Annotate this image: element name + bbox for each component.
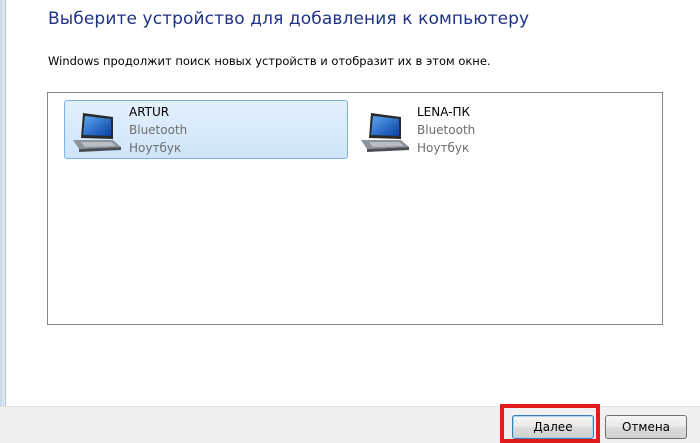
instruction-text: Windows продолжит поиск новых устройств …: [48, 54, 491, 68]
device-name: LENA-ПК: [417, 105, 471, 119]
cancel-button[interactable]: Отмена: [605, 415, 687, 439]
device-type: Ноутбук: [417, 141, 470, 155]
device-connection: Bluetooth: [417, 123, 476, 137]
device-type: Ноутбук: [129, 141, 182, 155]
device-item-artur[interactable]: ARTUR Bluetooth Ноутбук: [64, 100, 348, 159]
laptop-icon: [73, 113, 121, 152]
device-connection: Bluetooth: [129, 123, 188, 137]
laptop-icon: [361, 113, 409, 152]
next-button[interactable]: Далее: [512, 415, 594, 439]
device-name: ARTUR: [129, 105, 170, 119]
page-title: Выберите устройство для добавления к ком…: [48, 9, 530, 29]
dialog-footer: Далее Отмена: [0, 406, 700, 443]
device-list[interactable]: ARTUR Bluetooth Ноутбук LENA-ПК Bluetoot…: [47, 92, 663, 325]
device-item-lena-pc[interactable]: LENA-ПК Bluetooth Ноутбук: [352, 100, 636, 159]
window-left-edge: [0, 0, 6, 406]
